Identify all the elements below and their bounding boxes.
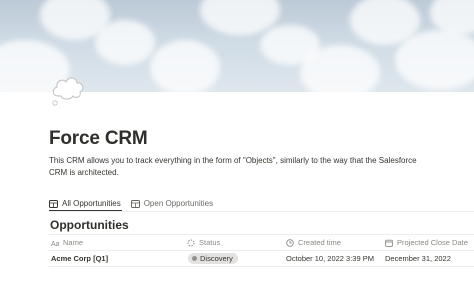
status-label: Discovery <box>200 253 233 263</box>
column-header-name[interactable]: Aa Name <box>51 235 83 250</box>
row-status[interactable]: Discovery <box>188 250 238 266</box>
column-label: Projected Close Date <box>397 238 468 247</box>
svg-text:Aa: Aa <box>51 241 59 247</box>
tab-label: Open Opportunities <box>143 199 214 208</box>
cloud-icon[interactable] <box>50 72 86 106</box>
column-header-status[interactable]: Status <box>187 235 220 250</box>
column-label: Status <box>199 238 221 247</box>
status-dot <box>192 255 197 261</box>
column-header-created-time[interactable]: Created time <box>286 235 341 250</box>
column-label: Created time <box>298 238 341 247</box>
database-title[interactable]: Opportunities <box>50 218 129 232</box>
column-header-projected-close-date[interactable]: Projected Close Date <box>385 235 468 250</box>
status-property-icon <box>187 239 195 247</box>
view-tabs: All Opportunities Open Opportunities <box>49 196 213 211</box>
table-row[interactable]: Acme Corp [Q1] Discovery October 10, 202… <box>49 250 474 267</box>
column-label: Name <box>63 238 84 247</box>
page-description: This CRM allows you to track everything … <box>49 156 417 177</box>
clock-icon <box>286 238 294 247</box>
row-name[interactable]: Acme Corp [Q1] <box>51 250 108 266</box>
tabs-divider <box>49 211 474 212</box>
table-header: Aa Name Status Created time Projected Cl… <box>49 234 474 251</box>
table-icon <box>49 199 58 208</box>
text-property-icon: Aa <box>51 239 59 247</box>
tab-all-opportunities[interactable]: All Opportunities <box>49 196 121 211</box>
row-projected-close-date[interactable]: December 31, 2022 <box>385 250 451 266</box>
tab-label: All Opportunities <box>62 199 121 208</box>
calendar-icon <box>385 239 393 247</box>
tab-open-opportunities[interactable]: Open Opportunities <box>130 196 214 211</box>
page-title: Force CRM <box>49 128 148 149</box>
table-icon <box>130 199 140 208</box>
status-badge: Discovery <box>188 252 238 264</box>
row-created-time: October 10, 2022 3:39 PM <box>286 253 374 263</box>
